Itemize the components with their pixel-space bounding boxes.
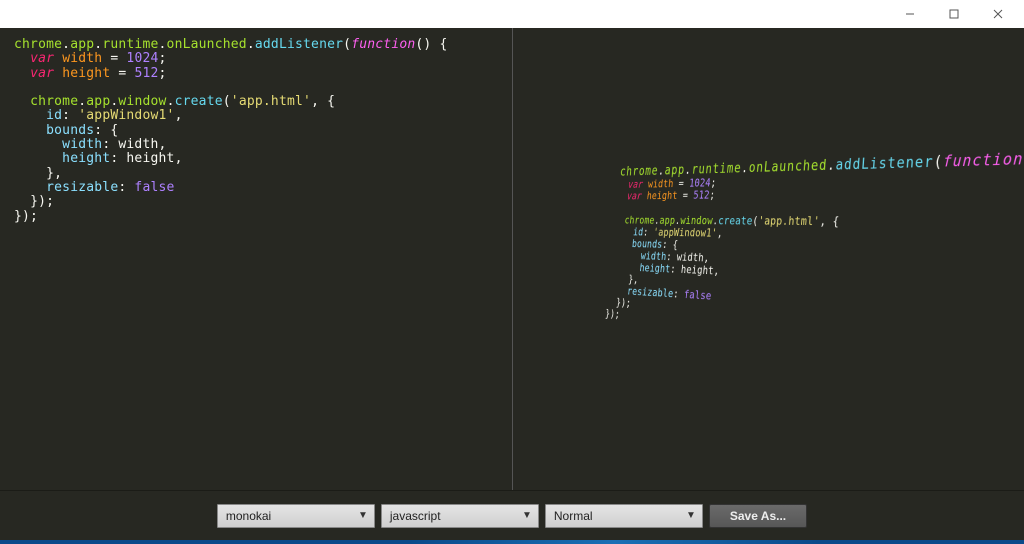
code-token: app <box>70 37 94 52</box>
taskbar-strip <box>0 540 1024 544</box>
code-token: onLaunched <box>167 37 247 52</box>
code-token: function <box>351 37 415 52</box>
editor-workspace: chrome.app.runtime.onLaunched.addListene… <box>0 28 1024 490</box>
chevron-down-icon: ▼ <box>686 510 696 521</box>
save-as-button[interactable]: Save As... <box>709 504 807 528</box>
code-token: width <box>118 137 158 152</box>
save-as-label: Save As... <box>730 509 786 523</box>
code-token: 'app.html' <box>231 94 311 109</box>
code-token: height <box>126 151 174 166</box>
code-token: chrome <box>14 37 62 52</box>
code-token: resizable <box>46 180 118 195</box>
code-token: 'appWindow1' <box>78 108 174 123</box>
code-preview-3d: chrome.app.runtime.onLaunched.addListene… <box>593 137 1024 371</box>
code-token: id <box>46 108 62 123</box>
maximize-icon <box>949 9 959 19</box>
minimize-button[interactable] <box>888 0 932 28</box>
code-token: runtime <box>102 37 158 52</box>
bottom-toolbar: monokai ▼ javascript ▼ Normal ▼ Save As.… <box>0 490 1024 540</box>
window-titlebar <box>0 0 1024 28</box>
code-token: height <box>62 151 110 166</box>
editor-pane-left[interactable]: chrome.app.runtime.onLaunched.addListene… <box>0 28 512 490</box>
code-token: app <box>86 94 110 109</box>
code-token: 512 <box>134 66 158 81</box>
language-select-value: javascript <box>390 509 441 523</box>
code-token: var <box>30 51 54 66</box>
code-token: 1024 <box>126 51 158 66</box>
code-token: addListener <box>255 37 343 52</box>
code-token: chrome <box>30 94 78 109</box>
preview-pane-right: chrome.app.runtime.onLaunched.addListene… <box>513 28 1024 490</box>
code-token: var <box>30 66 54 81</box>
language-select[interactable]: javascript ▼ <box>381 504 539 528</box>
code-token: width <box>62 137 102 152</box>
code-token: bounds <box>46 123 94 138</box>
close-icon <box>993 9 1003 19</box>
mode-select-value: Normal <box>554 509 593 523</box>
chevron-down-icon: ▼ <box>358 510 368 521</box>
code-token: window <box>118 94 166 109</box>
mode-select[interactable]: Normal ▼ <box>545 504 703 528</box>
close-button[interactable] <box>976 0 1020 28</box>
theme-select[interactable]: monokai ▼ <box>217 504 375 528</box>
code-token: false <box>134 180 174 195</box>
theme-select-value: monokai <box>226 509 271 523</box>
maximize-button[interactable] <box>932 0 976 28</box>
minimize-icon <box>905 9 915 19</box>
code-editor[interactable]: chrome.app.runtime.onLaunched.addListene… <box>0 28 512 234</box>
code-token: width <box>62 51 102 66</box>
code-token: create <box>175 94 223 109</box>
code-token: height <box>62 66 110 81</box>
chevron-down-icon: ▼ <box>522 510 532 521</box>
